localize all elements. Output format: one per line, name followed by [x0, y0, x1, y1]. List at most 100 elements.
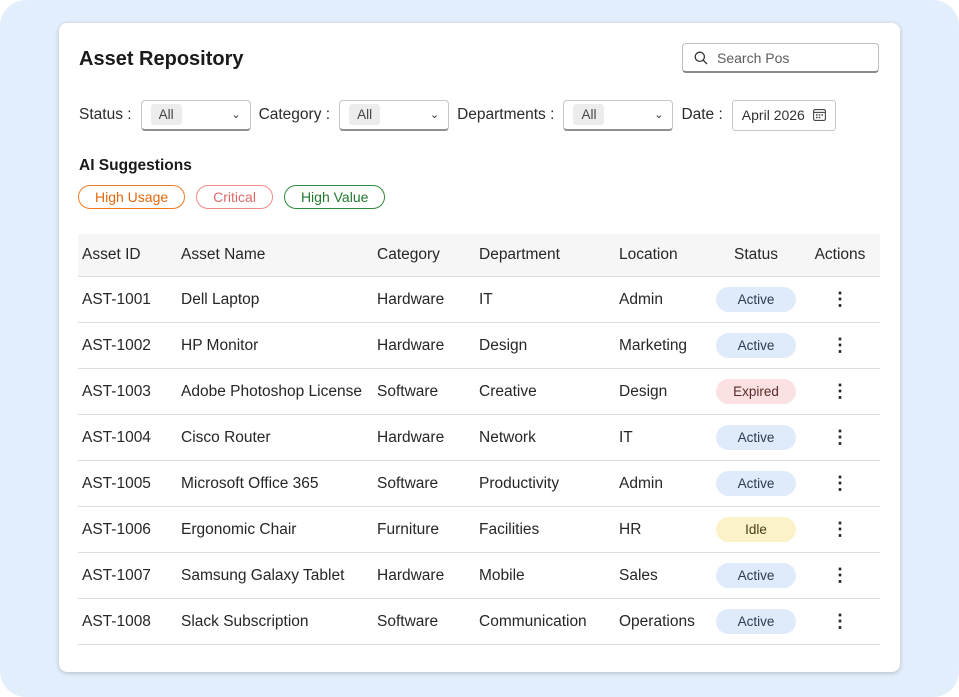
status-cell: Active [712, 598, 800, 645]
status-badge: Active [716, 425, 796, 450]
asset-id-cell: AST-1001 [78, 276, 177, 323]
actions-cell: ⋮ [800, 368, 880, 415]
table-row[interactable]: AST-1007 Samsung Galaxy Tablet Hardware Mob… [78, 552, 880, 599]
asset-name-cell: Samsung Galaxy Tablet [177, 552, 373, 599]
column-header-actions: Actions [800, 234, 880, 277]
category-cell: Hardware [373, 322, 475, 369]
department-cell: Mobile [475, 552, 615, 599]
asset-name-cell: Dell Laptop [177, 276, 373, 323]
location-cell: Admin [615, 460, 712, 507]
category-filter-label: Category : [258, 106, 331, 123]
asset-id-cell: AST-1003 [78, 368, 177, 415]
location-cell: HR [615, 506, 712, 553]
chevron-down-icon: ⌄ [654, 109, 664, 121]
departments-filter-select[interactable]: All ⌄ [563, 99, 674, 131]
status-badge: Active [716, 287, 796, 312]
tag-high-usage[interactable]: High Usage [78, 185, 186, 209]
more-vertical-icon[interactable]: ⋮ [830, 474, 850, 492]
chevron-down-icon: ⌄ [231, 109, 241, 121]
table-row[interactable]: AST-1001 Dell Laptop Hardware IT Admin Active… [78, 276, 880, 323]
location-cell: Operations [615, 598, 712, 645]
category-cell: Software [373, 368, 475, 415]
date-filter-picker[interactable]: April 2026 [731, 99, 836, 131]
status-badge: Active [716, 471, 796, 496]
table-header-row: Asset ID Asset Name Category Department … [78, 234, 880, 277]
asset-name-cell: Ergonomic Chair [177, 506, 373, 553]
table-row[interactable]: AST-1006 Ergonomic Chair Furniture Faciliti… [78, 506, 880, 553]
tag-high-value[interactable]: High Value [283, 185, 386, 209]
location-cell: Sales [615, 552, 712, 599]
department-cell: Communication [475, 598, 615, 645]
departments-filter-value: All [573, 104, 605, 125]
actions-cell: ⋮ [800, 414, 880, 461]
column-header-asset-id: Asset ID [78, 234, 177, 277]
department-cell: Facilities [475, 506, 615, 553]
status-filter-label: Status : [79, 106, 132, 123]
department-cell: IT [475, 276, 615, 323]
page-title: Asset Repository [79, 48, 244, 70]
asset-name-cell: Adobe Photoshop License [177, 368, 373, 415]
category-cell: Furniture [373, 506, 475, 553]
category-cell: Software [373, 598, 475, 645]
actions-cell: ⋮ [800, 276, 880, 323]
status-badge: Active [716, 333, 796, 358]
status-cell: Active [712, 552, 800, 599]
search-icon [694, 51, 708, 64]
status-badge: Idle [716, 517, 796, 542]
status-cell: Active [712, 276, 800, 323]
departments-filter-label: Departments : [457, 106, 555, 123]
table-row[interactable]: AST-1003 Adobe Photoshop License Software C… [78, 368, 880, 415]
more-vertical-icon[interactable]: ⋮ [830, 290, 850, 308]
status-badge: Active [716, 609, 796, 634]
category-cell: Software [373, 460, 475, 507]
ai-suggestions-title: AI Suggestions [79, 157, 192, 174]
column-header-category: Category [373, 234, 475, 277]
actions-cell: ⋮ [800, 460, 880, 507]
asset-name-cell: HP Monitor [177, 322, 373, 369]
chevron-down-icon: ⌄ [429, 109, 440, 121]
more-vertical-icon[interactable]: ⋮ [830, 428, 850, 446]
column-header-status: Status [712, 234, 800, 277]
date-filter-label: Date : [681, 106, 723, 123]
category-filter-select[interactable]: All ⌄ [339, 99, 450, 131]
date-filter-value: April 2026 [741, 107, 805, 123]
table-row[interactable]: AST-1004 Cisco Router Hardware Network IT Act… [78, 414, 880, 461]
asset-name-cell: Microsoft Office 365 [177, 460, 373, 507]
actions-cell: ⋮ [800, 322, 880, 369]
more-vertical-icon[interactable]: ⋮ [830, 382, 850, 400]
category-cell: Hardware [373, 414, 475, 461]
table-row[interactable]: AST-1002 HP Monitor Hardware Design Marketin… [78, 322, 880, 369]
actions-cell: ⋮ [800, 552, 880, 599]
location-cell: Marketing [615, 322, 712, 369]
status-cell: Expired [712, 368, 800, 415]
asset-id-cell: AST-1002 [78, 322, 177, 369]
asset-id-cell: AST-1004 [78, 414, 177, 461]
status-cell: Active [712, 460, 800, 507]
table-row[interactable]: AST-1005 Microsoft Office 365 Software Prod… [78, 460, 880, 507]
column-header-department: Department [475, 234, 615, 277]
status-cell: Active [712, 414, 800, 461]
more-vertical-icon[interactable]: ⋮ [830, 520, 850, 538]
location-cell: Design [615, 368, 712, 415]
status-filter-select[interactable]: All ⌄ [140, 99, 251, 131]
search-input[interactable] [715, 48, 869, 67]
more-vertical-icon[interactable]: ⋮ [830, 336, 850, 354]
category-filter-value: All [349, 104, 381, 125]
asset-table: Asset ID Asset Name Category Department … [78, 234, 880, 645]
department-cell: Design [475, 322, 615, 369]
status-cell: Active [712, 322, 800, 369]
more-vertical-icon[interactable]: ⋮ [830, 566, 850, 584]
search-box[interactable] [682, 43, 879, 73]
more-vertical-icon[interactable]: ⋮ [830, 612, 850, 630]
status-cell: Idle [712, 506, 800, 553]
category-cell: Hardware [373, 276, 475, 323]
column-header-asset-name: Asset Name [177, 234, 373, 277]
asset-id-cell: AST-1005 [78, 460, 177, 507]
column-header-location: Location [615, 234, 712, 277]
app-background: Asset Repository Status : All ⌄ Category… [0, 0, 959, 697]
location-cell: Admin [615, 276, 712, 323]
tag-critical[interactable]: Critical [196, 185, 273, 209]
actions-cell: ⋮ [800, 506, 880, 553]
table-row[interactable]: AST-1008 Slack Subscription Software Commun… [78, 598, 880, 645]
asset-id-cell: AST-1008 [78, 598, 177, 645]
